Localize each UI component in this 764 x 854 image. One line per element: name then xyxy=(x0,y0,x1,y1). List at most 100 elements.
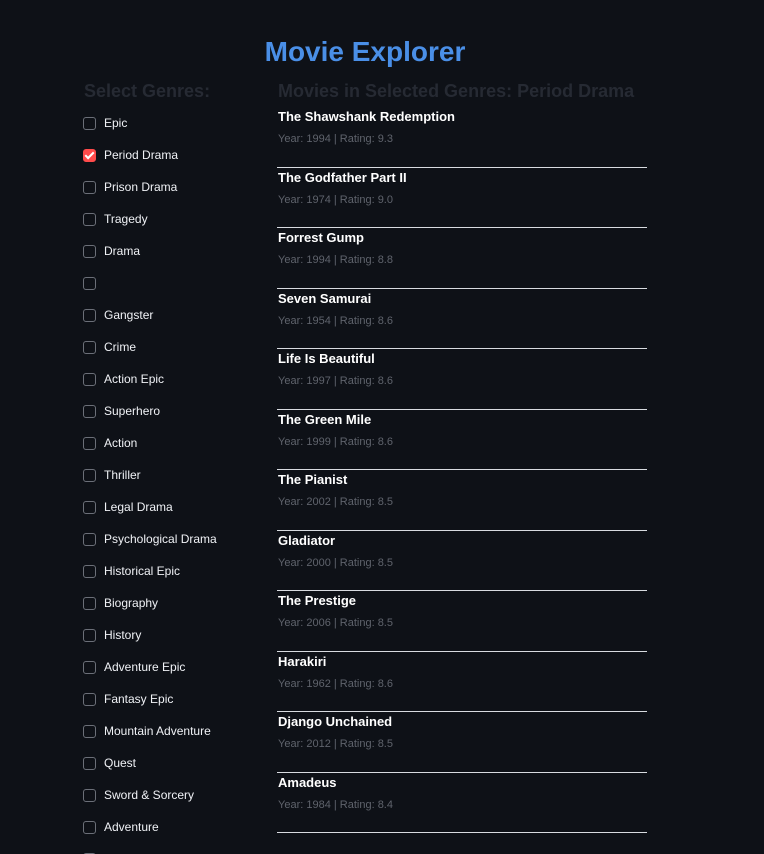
genre-option[interactable]: Quest xyxy=(83,747,217,779)
movie-title: Amadeus xyxy=(278,774,337,790)
movie-item: The Prestige Year: 2006 | Rating: 8.5 xyxy=(277,591,647,652)
movie-meta: Year: 1994 | Rating: 9.3 xyxy=(278,133,393,145)
movie-meta: Year: 1954 | Rating: 8.6 xyxy=(278,314,393,327)
genre-option[interactable]: Mountain Adventure xyxy=(83,715,217,747)
movie-meta: Year: 2000 | Rating: 8.5 xyxy=(278,556,393,569)
genre-option[interactable]: Prison Drama xyxy=(83,171,217,203)
genre-label: Action Epic xyxy=(104,372,165,386)
movie-item: Amadeus Year: 1984 | Rating: 8.4 xyxy=(277,773,647,833)
checkbox[interactable] xyxy=(83,340,96,354)
movies-heading: Movies in Selected Genres: Period Drama xyxy=(278,81,635,101)
movie-list: The Shawshank Redemption Year: 1994 | Rat… xyxy=(277,107,647,833)
movie-meta: Year: 1984 | Rating: 8.4 xyxy=(278,798,393,811)
movie-meta: Year: 2002 | Rating: 8.5 xyxy=(278,496,393,508)
checkbox[interactable] xyxy=(83,244,96,258)
movie-item: The Pianist Year: 2002 | Rating: 8.5 xyxy=(277,470,647,531)
genre-option[interactable]: Historical Epic xyxy=(83,555,217,587)
genre-label: Legal Drama xyxy=(104,500,173,514)
genre-option[interactable]: Fantasy Epic xyxy=(83,683,217,715)
genre-label: Gangster xyxy=(104,308,154,322)
genre-label: Biography xyxy=(104,596,159,610)
genre-option[interactable]: Adventure xyxy=(83,811,217,843)
genre-option[interactable]: Sword & Sorcery xyxy=(83,779,217,811)
genre-option[interactable]: Gangster xyxy=(83,299,217,331)
movie-meta: Year: 2006 | Rating: 8.5 xyxy=(278,617,393,629)
genre-label: Thriller xyxy=(104,468,141,482)
checkbox[interactable] xyxy=(83,500,96,514)
checkbox[interactable] xyxy=(83,404,96,418)
genre-label: Action xyxy=(104,436,138,450)
checkbox[interactable] xyxy=(83,724,96,738)
genre-option[interactable]: Drama xyxy=(83,235,217,267)
genre-option[interactable]: Epic xyxy=(83,107,217,139)
checkbox[interactable] xyxy=(83,788,96,802)
movie-title: The Pianist xyxy=(278,472,348,487)
movie-item: The Shawshank Redemption Year: 1994 | Rat… xyxy=(277,107,647,168)
movie-title: The Shawshank Redemption xyxy=(278,109,455,124)
movie-item: The Godfather Part II Year: 1974 | Rating… xyxy=(277,168,647,228)
movie-title: Gladiator xyxy=(278,532,336,548)
genre-label: Adventure xyxy=(104,820,159,834)
checkbox[interactable] xyxy=(83,308,96,322)
genre-option[interactable]: Thriller xyxy=(83,459,217,491)
genre-label: Fantasy Epic xyxy=(104,692,174,706)
checkbox[interactable] xyxy=(83,180,96,194)
movie-title: Forrest Gump xyxy=(278,230,364,245)
genre-option[interactable]: Psychological Drama xyxy=(83,523,217,555)
checkbox[interactable] xyxy=(83,276,96,290)
movie-meta: Year: 1962 | Rating: 8.6 xyxy=(278,677,393,690)
movie-meta: Year: 2012 | Rating: 8.5 xyxy=(278,738,393,750)
movie-item: Gladiator Year: 2000 | Rating: 8.5 xyxy=(277,531,647,591)
genre-label: Mountain Adventure xyxy=(104,724,211,738)
genre-option[interactable]: Tragedy xyxy=(83,203,217,235)
genre-label: Quest xyxy=(104,756,137,770)
checkbox-checked[interactable] xyxy=(83,148,96,162)
genre-option[interactable]: Fantasy xyxy=(83,843,217,854)
genre-list: Epic Period Drama Prison Drama Tragedy Drama… xyxy=(83,107,217,854)
movie-meta: Year: 1974 | Rating: 9.0 xyxy=(278,193,393,206)
movie-item: Forrest Gump Year: 1994 | Rating: 8.8 xyxy=(277,228,647,289)
checkbox[interactable] xyxy=(83,820,96,834)
movie-title: The Prestige xyxy=(278,593,357,608)
movie-title: Django Unchained xyxy=(278,714,393,729)
genre-label: Superhero xyxy=(104,404,161,418)
genre-option[interactable]: Biography xyxy=(83,587,217,619)
movie-title: The Green Mile xyxy=(278,411,372,427)
genre-option[interactable]: Adventure Epic xyxy=(83,651,217,683)
genre-option[interactable] xyxy=(83,267,217,299)
genre-option[interactable]: Legal Drama xyxy=(83,491,217,523)
genre-option[interactable]: History xyxy=(83,619,217,651)
checkbox[interactable] xyxy=(83,436,96,450)
checkbox[interactable] xyxy=(83,564,96,578)
movie-title: Seven Samurai xyxy=(278,290,372,306)
genre-label: Tragedy xyxy=(104,212,148,226)
movie-item: The Green Mile Year: 1999 | Rating: 8.6 xyxy=(277,410,647,470)
genre-option[interactable]: Period Drama xyxy=(83,139,217,171)
checkbox[interactable] xyxy=(83,660,96,674)
genre-label: Historical Epic xyxy=(104,564,181,578)
genre-option[interactable]: Action Epic xyxy=(83,363,217,395)
movie-item: Harakiri Year: 1962 | Rating: 8.6 xyxy=(277,652,647,712)
genre-option[interactable]: Action xyxy=(83,427,217,459)
checkbox[interactable] xyxy=(83,596,96,610)
movie-title: Harakiri xyxy=(278,653,327,669)
checkbox[interactable] xyxy=(83,372,96,386)
genre-label: Sword & Sorcery xyxy=(104,788,195,802)
checkbox[interactable] xyxy=(83,212,96,226)
checkbox[interactable] xyxy=(83,628,96,642)
genre-option[interactable]: Superhero xyxy=(83,395,217,427)
checkbox[interactable] xyxy=(83,532,96,546)
movie-meta: Year: 1994 | Rating: 8.8 xyxy=(278,254,393,266)
genres-heading: Select Genres: xyxy=(84,81,211,101)
genre-label: Psychological Drama xyxy=(104,532,217,546)
movie-item: Django Unchained Year: 2012 | Rating: 8.5 xyxy=(277,712,647,773)
checkbox[interactable] xyxy=(83,756,96,770)
genre-option[interactable]: Crime xyxy=(83,331,217,363)
checkbox[interactable] xyxy=(83,692,96,706)
checkbox[interactable] xyxy=(83,468,96,482)
movie-meta: Year: 1997 | Rating: 8.6 xyxy=(278,375,393,387)
checkbox[interactable] xyxy=(83,116,96,130)
movie-title: Life Is Beautiful xyxy=(278,351,375,366)
genre-label: Prison Drama xyxy=(104,180,178,194)
movie-meta: Year: 1999 | Rating: 8.6 xyxy=(278,435,393,448)
